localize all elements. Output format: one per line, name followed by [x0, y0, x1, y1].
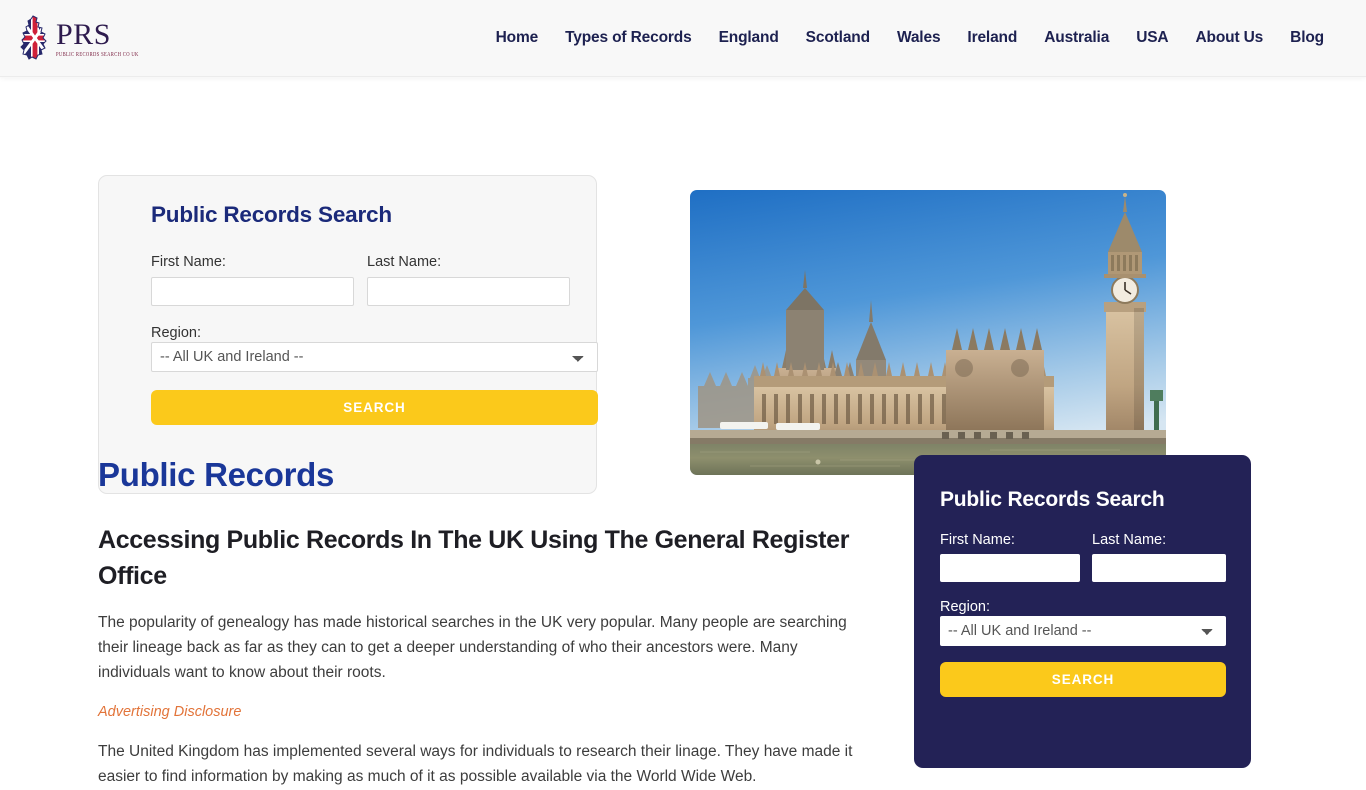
content-area: Public Records Accessing Public Records …: [0, 440, 1366, 785]
article-paragraph-2: The United Kingdom has implemented sever…: [98, 743, 853, 786]
hero-region-label: Region:: [151, 325, 201, 341]
site-logo[interactable]: PRS PUBLIC RECORDS SEARCH CO UK: [18, 15, 139, 61]
sidebar-region-field: Region: -- All UK and Ireland --: [940, 598, 1226, 646]
uk-map-union-jack-icon: [18, 15, 52, 61]
nav-item-blog[interactable]: Blog: [1290, 29, 1324, 47]
site-header: PRS PUBLIC RECORDS SEARCH CO UK Home Typ…: [0, 0, 1366, 77]
sidebar-name-fields: First Name: Last Name:: [940, 532, 1226, 582]
nav-item-wales[interactable]: Wales: [897, 29, 941, 47]
nav-item-home[interactable]: Home: [496, 29, 539, 47]
hero-last-name-field: Last Name:: [367, 254, 570, 306]
parliament-photo: [690, 190, 1166, 475]
hero-first-name-input[interactable]: [151, 277, 354, 306]
sidebar-first-name-field: First Name:: [940, 532, 1080, 582]
hero-region-field: Region: -- All UK and Ireland --: [151, 324, 598, 372]
nav-item-ireland[interactable]: Ireland: [967, 29, 1017, 47]
hero-region-select[interactable]: -- All UK and Ireland --: [151, 342, 598, 372]
advertising-disclosure-link[interactable]: Advertising Disclosure: [98, 704, 241, 720]
sidebar-search-title: Public Records Search: [940, 488, 1165, 511]
nav-item-types-of-records[interactable]: Types of Records: [565, 29, 692, 47]
article: Public Records Accessing Public Records …: [98, 440, 888, 790]
sidebar-last-name-input[interactable]: [1092, 554, 1226, 582]
hero-last-name-label: Last Name:: [367, 254, 442, 270]
sidebar-region-label: Region:: [940, 599, 990, 615]
page-title: Public Records: [98, 456, 335, 493]
sidebar-first-name-input[interactable]: [940, 554, 1080, 582]
nav-item-about-us[interactable]: About Us: [1195, 29, 1263, 47]
article-paragraph-1: The popularity of genealogy has made his…: [98, 614, 847, 682]
hero-last-name-input[interactable]: [367, 277, 570, 306]
hero-search-title: Public Records Search: [151, 202, 392, 227]
sidebar-first-name-label: First Name:: [940, 532, 1015, 548]
hero-first-name-label: First Name:: [151, 254, 226, 270]
sidebar-last-name-field: Last Name:: [1092, 532, 1226, 582]
hero-name-fields: First Name: Last Name:: [151, 254, 570, 306]
sidebar-search-box: Public Records Search First Name: Last N…: [914, 455, 1251, 768]
logo-tagline: PUBLIC RECORDS SEARCH CO UK: [56, 50, 139, 57]
hero-search-button[interactable]: SEARCH: [151, 390, 598, 425]
hero-first-name-field: First Name:: [151, 254, 354, 306]
hero-section: Public Records Search First Name: Last N…: [0, 77, 1366, 494]
nav-item-scotland[interactable]: Scotland: [806, 29, 870, 47]
sidebar-region-select[interactable]: -- All UK and Ireland --: [940, 616, 1226, 646]
nav-item-australia[interactable]: Australia: [1044, 29, 1109, 47]
nav-item-usa[interactable]: USA: [1136, 29, 1168, 47]
section-heading: Accessing Public Records In The UK Using…: [98, 526, 850, 590]
sidebar-last-name-label: Last Name:: [1092, 532, 1167, 548]
nav-item-england[interactable]: England: [719, 29, 779, 47]
sidebar-search-button[interactable]: SEARCH: [940, 662, 1226, 697]
logo-wordmark: PRS: [56, 17, 111, 51]
main-navigation: Home Types of Records England Scotland W…: [496, 29, 1325, 47]
